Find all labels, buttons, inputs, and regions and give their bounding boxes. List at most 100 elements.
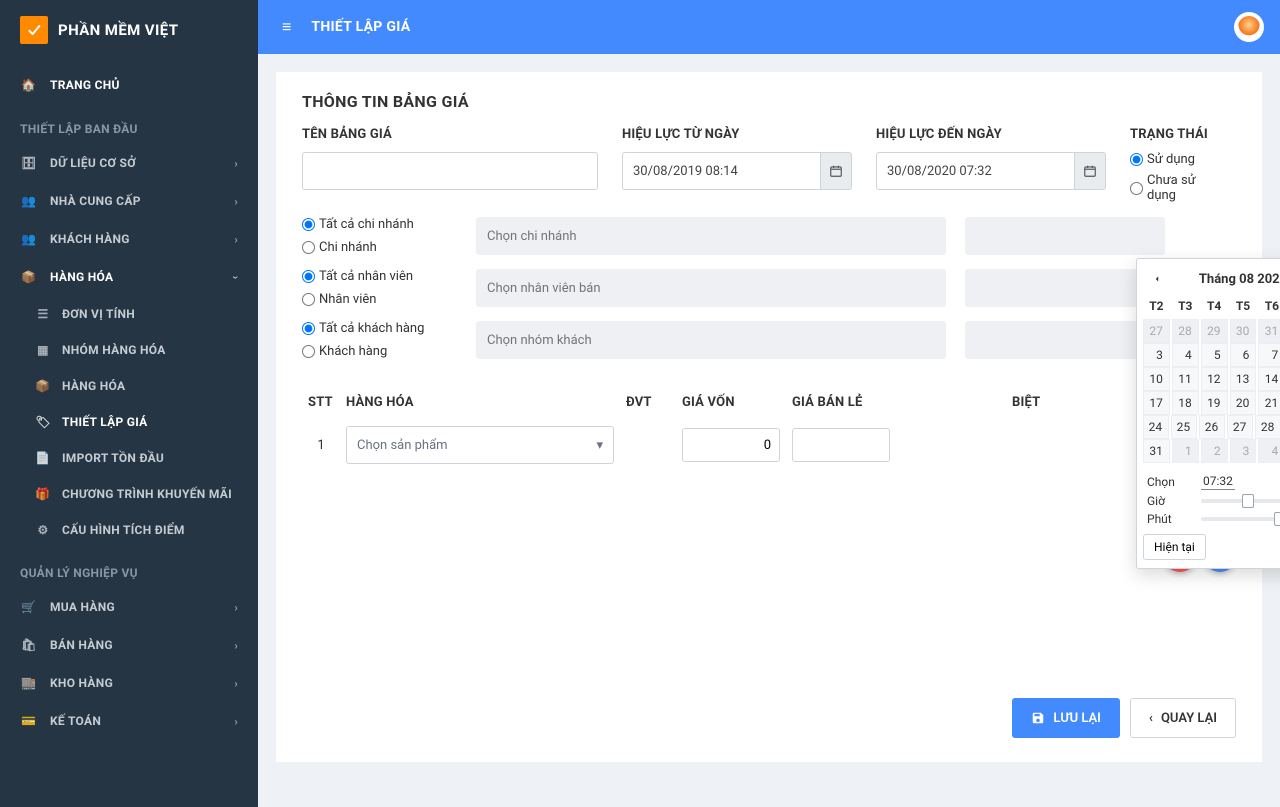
calendar-day[interactable]: 7 — [1258, 343, 1280, 367]
panel-title: THÔNG TIN BẢNG GIÁ — [302, 92, 1236, 111]
nav-ke-toan[interactable]: 💳KẾ TOÁN› — [0, 702, 258, 740]
minute-slider[interactable] — [1201, 517, 1280, 521]
calendar-dow: T6 — [1258, 295, 1280, 319]
table-row: 1 Chọn sản phẩm ▾ — [302, 418, 1236, 472]
calendar-day[interactable]: 27 — [1143, 319, 1170, 343]
nav-ban-hang[interactable]: 🛍BÁN HÀNG› — [0, 626, 258, 664]
save-button[interactable]: LƯU LẠI — [1012, 698, 1120, 738]
calendar-day[interactable]: 3 — [1230, 439, 1257, 463]
to-date-button[interactable] — [1074, 152, 1106, 190]
chevron-right-icon: › — [234, 195, 238, 208]
calendar-dow: T3 — [1172, 295, 1199, 319]
label-name: TÊN BẢNG GIÁ — [302, 127, 598, 142]
calendar-day[interactable]: 17 — [1143, 391, 1170, 415]
sub-khuyen-mai[interactable]: 🎁CHƯƠNG TRÌNH KHUYẾN MÃI — [0, 476, 258, 512]
product-select[interactable]: Chọn sản phẩm ▾ — [346, 426, 614, 464]
calendar-day[interactable]: 19 — [1201, 391, 1228, 415]
calendar-day[interactable]: 21 — [1258, 391, 1280, 415]
calendar-day[interactable]: 4 — [1258, 439, 1280, 463]
cust-all[interactable]: Tất cả khách hàng — [302, 321, 438, 336]
calendar-day[interactable]: 3 — [1143, 343, 1170, 367]
emp-one[interactable]: Nhân viên — [302, 292, 438, 307]
content: THÔNG TIN BẢNG GIÁ TÊN BẢNG GIÁ HIỆU LỰC… — [258, 54, 1280, 807]
date-picker: Tháng 08 2020 T2T3T4T5T6T7CN 27282930311… — [1136, 258, 1280, 569]
from-date-input[interactable] — [622, 152, 820, 190]
nav-home[interactable]: 🏠 TRANG CHỦ — [0, 66, 258, 104]
cost-input[interactable] — [682, 428, 780, 462]
brand-text: PHẦN MỀM VIỆT — [58, 21, 178, 39]
emp-select[interactable] — [476, 269, 946, 307]
calendar-day[interactable]: 6 — [1230, 343, 1257, 367]
calendar-day[interactable]: 28 — [1255, 415, 1280, 439]
nav-mua-hang[interactable]: 🛒MUA HÀNG› — [0, 588, 258, 626]
from-date-button[interactable] — [820, 152, 852, 190]
calendar-day[interactable]: 25 — [1171, 415, 1197, 439]
calendar-day[interactable]: 12 — [1201, 367, 1228, 391]
calendar-day[interactable]: 5 — [1201, 343, 1228, 367]
calendar-day[interactable]: 31 — [1258, 319, 1280, 343]
customer-icon: 👥 — [20, 232, 38, 246]
calendar-day[interactable]: 30 — [1230, 319, 1257, 343]
nav-kho-hang[interactable]: 🏬KHO HÀNG› — [0, 664, 258, 702]
branch-select[interactable] — [476, 217, 946, 255]
calendar-day[interactable]: 26 — [1199, 415, 1225, 439]
prev-month-button[interactable] — [1147, 269, 1167, 289]
calendar-day[interactable]: 2 — [1201, 439, 1228, 463]
th-stt: STT — [302, 387, 340, 418]
label-status: TRẠNG THÁI — [1130, 127, 1236, 142]
calendar-day[interactable]: 11 — [1172, 367, 1199, 391]
calendar-day[interactable]: 29 — [1201, 319, 1228, 343]
gear-icon: ⚙ — [34, 523, 52, 537]
topbar: ≡ THIẾT LẬP GIÁ — [258, 0, 1280, 54]
chevron-right-icon: › — [234, 677, 238, 690]
emp-all[interactable]: Tất cả nhân viên — [302, 269, 438, 284]
branch-all[interactable]: Tất cả chi nhánh — [302, 217, 438, 232]
calendar-day[interactable]: 28 — [1172, 319, 1199, 343]
calendar-day[interactable]: 10 — [1143, 367, 1170, 391]
sub-thiet-lap-gia[interactable]: 🏷THIẾT LẬP GIÁ — [0, 404, 258, 440]
goods-icon: 📦 — [20, 270, 38, 284]
hour-slider[interactable] — [1201, 499, 1280, 503]
nav-khach-hang[interactable]: 👥 KHÁCH HÀNG › — [0, 220, 258, 258]
box-icon: 📦 — [34, 379, 52, 393]
nav-hang-hoa[interactable]: 📦 HÀNG HÓA › — [0, 258, 258, 296]
sub-hang-hoa[interactable]: 📦HÀNG HÓA — [0, 368, 258, 404]
status-active[interactable]: Sử dụng — [1130, 152, 1218, 167]
calendar-day[interactable]: 14 — [1258, 367, 1280, 391]
sub-nhom-hang[interactable]: ▦NHÓM HÀNG HÓA — [0, 332, 258, 368]
calendar-day[interactable]: 31 — [1143, 439, 1170, 463]
branch-one[interactable]: Chi nhánh — [302, 240, 438, 255]
nav-nha-cung-cap[interactable]: 👥 NHÀ CUNG CẤP › — [0, 182, 258, 220]
retail-input[interactable] — [792, 428, 890, 462]
calendar-day[interactable]: 27 — [1227, 415, 1253, 439]
avatar[interactable] — [1234, 12, 1264, 42]
calendar-dow: T4 — [1201, 295, 1228, 319]
hour-label: Giờ — [1147, 494, 1191, 508]
chevron-right-icon: › — [234, 639, 238, 652]
cust-one[interactable]: Khách hàng — [302, 344, 438, 359]
status-inactive[interactable]: Chưa sử dụng — [1130, 173, 1218, 203]
name-input[interactable] — [302, 152, 598, 190]
to-date-input[interactable] — [876, 152, 1074, 190]
menu-toggle-icon[interactable]: ≡ — [282, 17, 291, 37]
minute-label: Phút — [1147, 512, 1191, 526]
now-button[interactable]: Hiện tại — [1143, 534, 1206, 560]
nav-du-lieu[interactable]: 🗄 DỮ LIỆU CƠ SỞ › — [0, 144, 258, 182]
brand-logo — [20, 16, 48, 44]
grid-icon: ▦ — [34, 343, 52, 357]
back-button[interactable]: ‹ QUAY LẠI — [1130, 698, 1236, 738]
calendar-day[interactable]: 4 — [1172, 343, 1199, 367]
import-icon: 📄 — [34, 451, 52, 465]
calendar-dow: T5 — [1230, 295, 1257, 319]
sub-don-vi-tinh[interactable]: ☰ĐƠN VỊ TÍNH — [0, 296, 258, 332]
calendar-day[interactable]: 13 — [1230, 367, 1257, 391]
calendar-dow: T2 — [1143, 295, 1170, 319]
calendar-day[interactable]: 1 — [1172, 439, 1199, 463]
sub-tich-diem[interactable]: ⚙CẤU HÌNH TÍCH ĐIỂM — [0, 512, 258, 548]
chevron-right-icon: › — [234, 715, 238, 728]
sub-import[interactable]: 📄IMPORT TỒN ĐẦU — [0, 440, 258, 476]
calendar-day[interactable]: 20 — [1230, 391, 1257, 415]
cust-select[interactable] — [476, 321, 946, 359]
calendar-day[interactable]: 24 — [1143, 415, 1169, 439]
calendar-day[interactable]: 18 — [1172, 391, 1199, 415]
